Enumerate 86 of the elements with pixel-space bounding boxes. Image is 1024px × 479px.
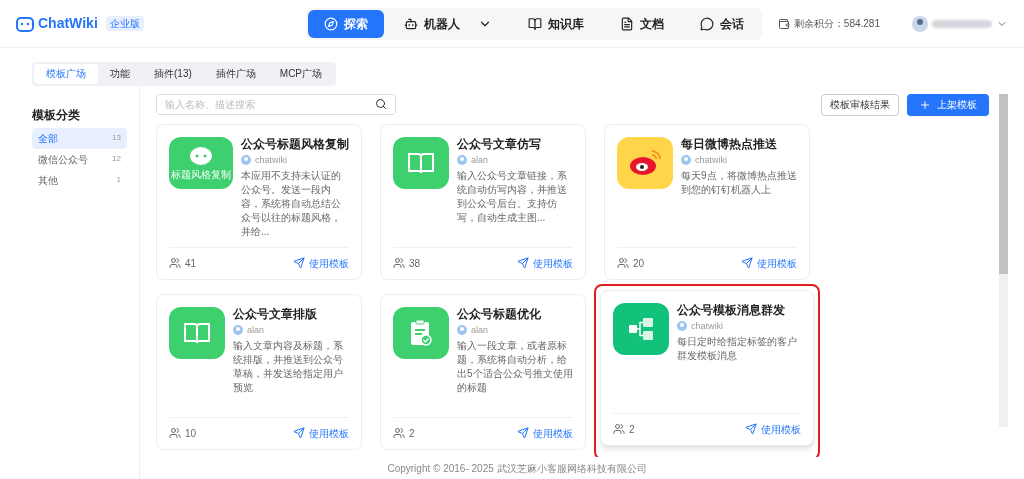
category-item[interactable]: 全部 13 <box>32 127 127 149</box>
send-icon <box>293 427 305 439</box>
users-icon <box>393 427 405 439</box>
users-icon <box>617 257 629 269</box>
card-description: 输入一段文章，或者原标题，系统将自动分析，给出5个适合公众号推文使用的标题 <box>457 339 573 395</box>
points-balance: 剩余积分：584.281 <box>793 17 880 31</box>
copyright-text: Copyright © 2016- 2025 武汉芝麻小客服网络科技有限公司 <box>387 461 647 476</box>
send-icon <box>517 257 529 269</box>
logo-icon <box>16 15 34 32</box>
scrollbar[interactable] <box>999 93 1008 427</box>
book-icon <box>407 150 435 175</box>
avatar-icon <box>457 155 467 166</box>
use-count: 20 <box>633 256 645 271</box>
card-title: 每日微博热点推送 <box>681 136 778 152</box>
send-icon <box>741 257 753 269</box>
nav-tab[interactable]: 知识库 <box>512 9 600 38</box>
author-name: alan <box>471 153 488 167</box>
tab[interactable]: 模板广场 <box>34 63 98 84</box>
card-title: 公众号标题优化 <box>457 306 542 322</box>
avatar-icon <box>677 321 687 332</box>
avatar-icon[interactable] <box>912 15 928 32</box>
tab[interactable]: 插件广场 <box>203 63 268 84</box>
sidebar-title: 模板分类 <box>32 106 81 124</box>
author-name: alan <box>471 323 488 337</box>
use-template-link[interactable]: 使用模板 <box>741 255 797 271</box>
use-template-link[interactable]: 使用模板 <box>517 425 573 441</box>
use-count: 38 <box>409 256 421 271</box>
app-icon: 标题风格复制 <box>169 136 233 189</box>
send-icon <box>293 257 305 269</box>
use-count: 10 <box>185 426 197 441</box>
review-results-button[interactable]: 模板审核结果 <box>821 93 899 116</box>
edition-badge: 企业版 <box>105 16 144 31</box>
search-icon <box>375 98 387 110</box>
use-template-link[interactable]: 使用模板 <box>517 255 573 271</box>
tab[interactable]: 插件(13) <box>142 63 204 84</box>
card-description: 每天9点，将微博热点推送到您的钉钉机器人上 <box>681 169 797 197</box>
book-icon <box>183 320 211 345</box>
avatar-icon <box>233 325 243 336</box>
users-icon <box>393 257 405 269</box>
card-title: 公众号标题风格复制 <box>241 136 349 152</box>
compass-icon <box>324 16 338 31</box>
avatar-icon <box>241 155 251 166</box>
clipboard-check-icon <box>410 318 432 347</box>
users-icon <box>169 257 181 269</box>
author-name: chatwiki <box>691 319 723 333</box>
use-count: 2 <box>409 426 415 441</box>
use-template-link[interactable]: 使用模板 <box>293 255 349 271</box>
plus-icon <box>919 98 931 111</box>
book-icon <box>528 16 542 31</box>
nav-tab[interactable]: 探索 <box>308 9 384 38</box>
nav-tab[interactable]: 会话 <box>684 9 760 38</box>
author-name: chatwiki <box>255 153 287 167</box>
card-description: 输入公众号文章链接，系统自动仿写内容，并推送到公众号后台。支持仿写，自动生成主图... <box>457 169 568 225</box>
document-icon <box>620 16 634 31</box>
category-item[interactable]: 微信公众号 12 <box>32 148 127 170</box>
use-template-link[interactable]: 使用模板 <box>293 425 349 441</box>
send-icon <box>745 423 757 435</box>
users-icon <box>169 427 181 439</box>
card-description: 输入文章内容及标题，系统排版，并推送到公众号草稿，并发送给指定用户预览 <box>233 339 344 395</box>
chat-icon <box>700 16 714 31</box>
tab[interactable]: MCP广场 <box>267 63 335 84</box>
publish-template-button[interactable]: 上架模板 <box>907 93 989 116</box>
category-item[interactable]: 其他 1 <box>32 169 127 191</box>
avatar-icon <box>457 325 467 336</box>
author-name: alan <box>247 323 264 337</box>
use-count: 2 <box>629 422 635 437</box>
send-icon <box>517 427 529 439</box>
wallet-icon <box>777 17 790 30</box>
tab[interactable]: 功能 <box>98 63 142 84</box>
logo-text: ChatWiki <box>38 14 98 33</box>
avatar-icon <box>681 155 691 166</box>
use-count: 41 <box>185 256 197 271</box>
card-description: 本应用不支持未认证的公众号。发送一段内容，系统将自动总结公众号以往的标题风格，并给... <box>241 169 342 239</box>
author-name: chatwiki <box>695 153 727 167</box>
card-title: 公众号文章仿写 <box>457 136 542 152</box>
card-title: 公众号文章排版 <box>233 306 318 322</box>
nav-tab[interactable]: 机器人 <box>388 9 508 38</box>
flow-icon <box>628 316 654 341</box>
robot-icon <box>404 16 418 31</box>
use-template-link[interactable]: 使用模板 <box>745 421 801 437</box>
template-card[interactable]: 公众号模板消息群发 chatwiki 每日定时给指定标签的客户群发模板消息 2 使用模板 <box>594 283 820 457</box>
users-icon <box>613 423 625 435</box>
card-title: 公众号模板消息群发 <box>677 302 786 318</box>
weibo-logo-icon <box>627 147 663 178</box>
card-description: 每日定时给指定标签的客户群发模板消息 <box>677 335 798 363</box>
nav-tab[interactable]: 文档 <box>604 9 680 38</box>
